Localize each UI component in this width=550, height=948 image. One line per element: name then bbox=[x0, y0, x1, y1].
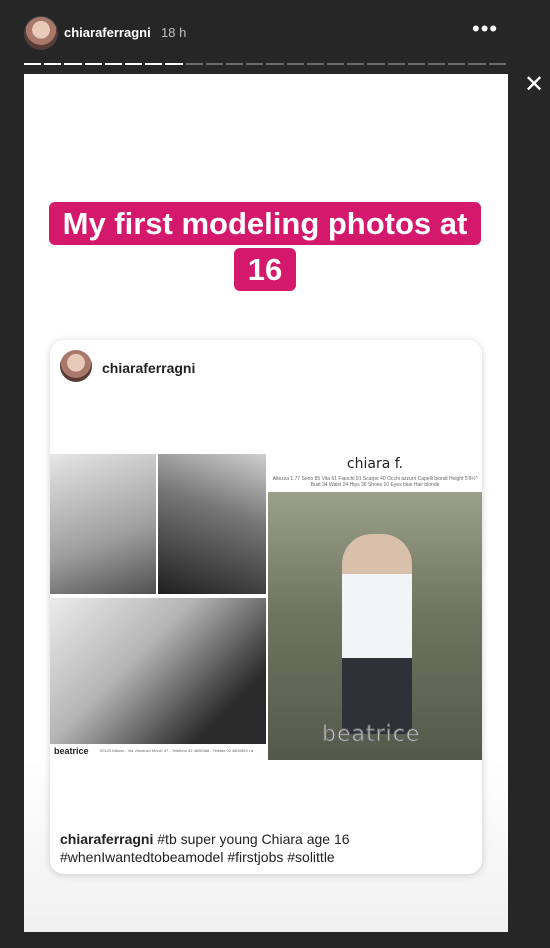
progress-segment bbox=[64, 63, 82, 65]
photo-seated bbox=[50, 454, 156, 594]
progress-segment bbox=[165, 63, 183, 65]
caption-username[interactable]: chiaraferragni bbox=[60, 831, 153, 847]
progress-segment bbox=[185, 63, 203, 65]
post-time: 18 h bbox=[161, 25, 187, 40]
progress-segment bbox=[327, 63, 345, 65]
progress-segment bbox=[407, 63, 426, 65]
progress-segment bbox=[125, 63, 143, 65]
post-author-username[interactable]: chiaraferragni bbox=[102, 360, 195, 376]
photo-reclining bbox=[50, 598, 266, 744]
story-headline: My first modeling photos at 16 bbox=[44, 201, 486, 293]
progress-segment bbox=[468, 63, 486, 65]
progress-segment bbox=[488, 63, 506, 65]
post-author-avatar[interactable] bbox=[60, 350, 92, 382]
progress-segment bbox=[428, 63, 446, 65]
progress-segment bbox=[367, 63, 385, 65]
headline-text: My first modeling photos at 16 bbox=[48, 202, 482, 291]
progress-segment bbox=[226, 63, 244, 65]
story-header: chiaraferragni 18 h ••• bbox=[0, 0, 550, 62]
model-stats: Altezza 1.77 Seno 85 Vita 61 Fianchi 91 … bbox=[272, 476, 478, 488]
photo-standing bbox=[268, 492, 482, 760]
progress-segment bbox=[246, 63, 264, 65]
progress-segment bbox=[306, 63, 325, 65]
progress-segment bbox=[448, 63, 466, 65]
progress-segment bbox=[266, 63, 284, 65]
more-options-icon[interactable]: ••• bbox=[472, 18, 498, 40]
agency-logo: beatrice bbox=[54, 746, 89, 756]
story-frame[interactable]: My first modeling photos at 16 chiarafer… bbox=[24, 74, 508, 932]
profile-username[interactable]: chiaraferragni bbox=[64, 25, 151, 40]
progress-segment bbox=[286, 63, 304, 65]
progress-segment bbox=[104, 63, 123, 65]
post-caption: chiaraferragni #tb super young Chiara ag… bbox=[60, 830, 472, 866]
progress-segment bbox=[347, 63, 365, 65]
progress-segment bbox=[205, 63, 224, 65]
agency-address: 20123 Milano - Via Vincenzo Monti, 47 - … bbox=[100, 748, 255, 753]
model-name: chiara f. bbox=[346, 456, 404, 472]
close-icon[interactable]: ✕ bbox=[524, 73, 544, 97]
progress-segment bbox=[24, 63, 42, 65]
agency-watermark: beatrice bbox=[321, 722, 421, 748]
progress-segment bbox=[84, 63, 102, 65]
model-figure bbox=[342, 534, 412, 734]
profile-avatar[interactable] bbox=[24, 16, 58, 50]
progress-segment bbox=[145, 63, 163, 65]
progress-segment bbox=[44, 63, 62, 65]
story-progress-bar bbox=[24, 63, 506, 66]
progress-segment bbox=[387, 63, 405, 65]
photo-profile bbox=[158, 454, 266, 594]
shared-post-card[interactable]: chiaraferragni chiara f. Altezza 1.77 Se… bbox=[50, 340, 482, 874]
comp-card-image: chiara f. Altezza 1.77 Seno 85 Vita 61 F… bbox=[50, 454, 482, 764]
